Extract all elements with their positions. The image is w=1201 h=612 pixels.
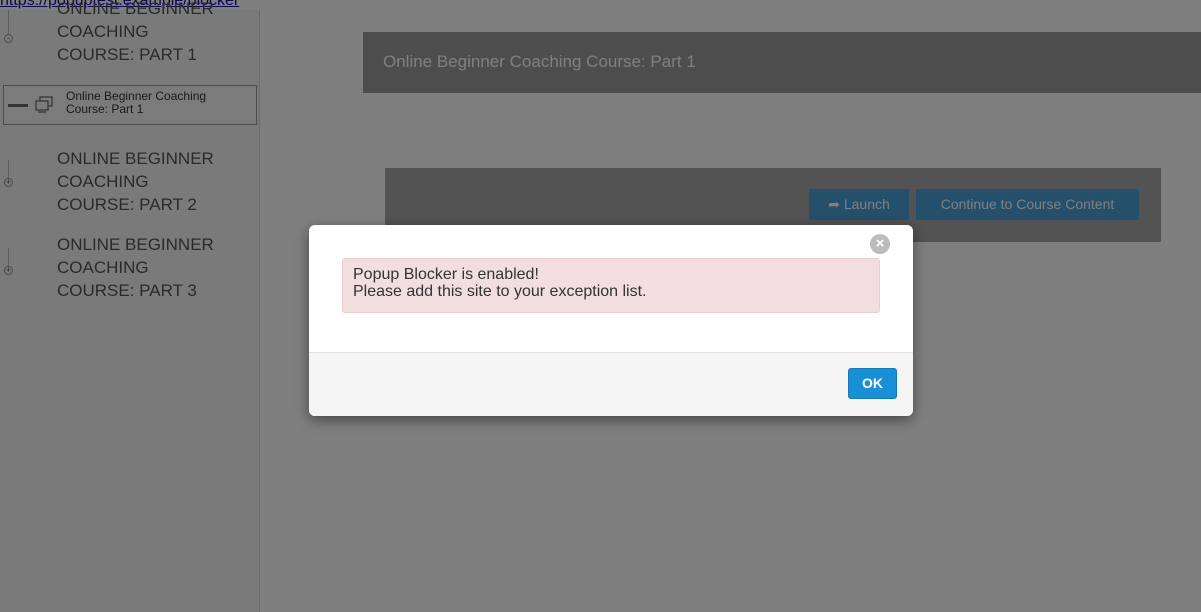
dialog-footer: OK	[309, 352, 913, 416]
alert-line-1: Popup Blocker is enabled!	[353, 266, 539, 283]
ok-button[interactable]: OK	[848, 368, 897, 399]
alert-line-2: Please add this site to your exception l…	[353, 283, 647, 300]
close-icon[interactable]: ×	[870, 234, 890, 254]
popup-blocker-alert: Popup Blocker is enabled! Please add thi…	[342, 258, 880, 313]
popup-blocker-dialog: × Popup Blocker is enabled! Please add t…	[309, 225, 913, 416]
